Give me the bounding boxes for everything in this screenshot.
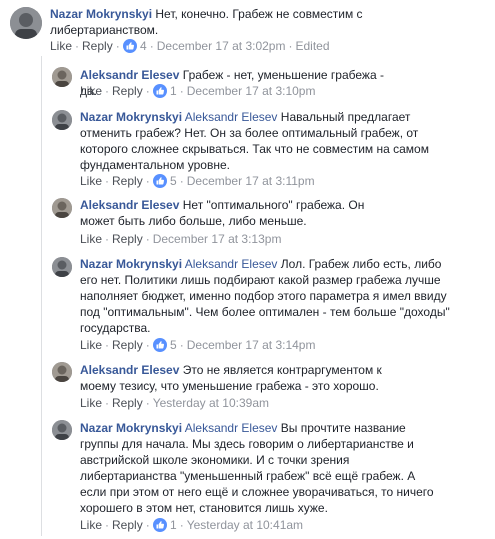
comment-author[interactable]: Aleksandr Elesev: [80, 198, 179, 212]
like-button[interactable]: Like: [80, 396, 102, 410]
like-button[interactable]: Like: [50, 39, 72, 53]
comment-timestamp[interactable]: December 17 at 3:14pm: [187, 338, 316, 352]
comment-timestamp[interactable]: December 17 at 3:13pm: [153, 232, 282, 246]
comment-author[interactable]: Nazar Mokrynskyi: [80, 257, 182, 271]
comment-timestamp[interactable]: December 17 at 3:11pm: [187, 174, 315, 188]
reply-button[interactable]: Reply: [82, 39, 113, 53]
comment-author[interactable]: Aleksandr Elesev: [80, 68, 179, 82]
avatar[interactable]: [52, 257, 72, 277]
reply-button[interactable]: Reply: [112, 396, 143, 410]
like-reaction-icon[interactable]: [152, 84, 167, 98]
reaction-count[interactable]: 5: [170, 338, 177, 352]
like-reaction-icon[interactable]: [152, 174, 167, 188]
reaction-count[interactable]: 5: [170, 174, 177, 188]
avatar[interactable]: [52, 420, 72, 440]
edited-label[interactable]: Edited: [295, 39, 329, 53]
like-reaction-icon[interactable]: [152, 518, 167, 532]
comment-author[interactable]: Nazar Mokrynskyi: [80, 421, 182, 435]
avatar[interactable]: [52, 110, 72, 130]
like-button[interactable]: Like: [80, 174, 102, 188]
reaction-count[interactable]: 1: [170, 518, 177, 532]
comment-timestamp[interactable]: Yesterday at 10:39am: [153, 396, 269, 410]
avatar[interactable]: [52, 362, 72, 382]
reaction-count[interactable]: 4: [140, 39, 147, 53]
reply-button[interactable]: Reply: [112, 338, 143, 352]
reaction-count[interactable]: 1: [170, 84, 177, 98]
like-button[interactable]: Like: [80, 338, 102, 352]
reply-button[interactable]: Reply: [112, 174, 143, 188]
reply-thread-line: [41, 56, 42, 536]
mention-link[interactable]: Aleksandr Elesev: [185, 110, 278, 124]
mention-link[interactable]: Aleksandr Elesev: [185, 421, 278, 435]
avatar[interactable]: [52, 67, 72, 87]
like-button[interactable]: Like: [80, 84, 102, 98]
comment-author[interactable]: Aleksandr Elesev: [80, 363, 179, 377]
comment-timestamp[interactable]: December 17 at 3:02pm: [157, 39, 286, 53]
like-reaction-icon[interactable]: [122, 39, 137, 53]
reply-button[interactable]: Reply: [112, 518, 143, 532]
comment-author[interactable]: Nazar Mokrynskyi: [80, 110, 182, 124]
comment-author[interactable]: Nazar Mokrynskyi: [50, 7, 152, 21]
like-button[interactable]: Like: [80, 232, 102, 246]
reply-button[interactable]: Reply: [112, 84, 143, 98]
comment-timestamp[interactable]: Yesterday at 10:41am: [187, 518, 303, 532]
comment-text: Вы прочтите название группы для начала. …: [80, 421, 434, 515]
mention-link[interactable]: Aleksandr Elesev: [185, 257, 278, 271]
like-button[interactable]: Like: [80, 518, 102, 532]
reply-button[interactable]: Reply: [112, 232, 143, 246]
avatar[interactable]: [10, 7, 42, 39]
like-reaction-icon[interactable]: [152, 338, 167, 352]
comment-timestamp[interactable]: December 17 at 3:10pm: [187, 84, 316, 98]
avatar[interactable]: [52, 198, 72, 218]
